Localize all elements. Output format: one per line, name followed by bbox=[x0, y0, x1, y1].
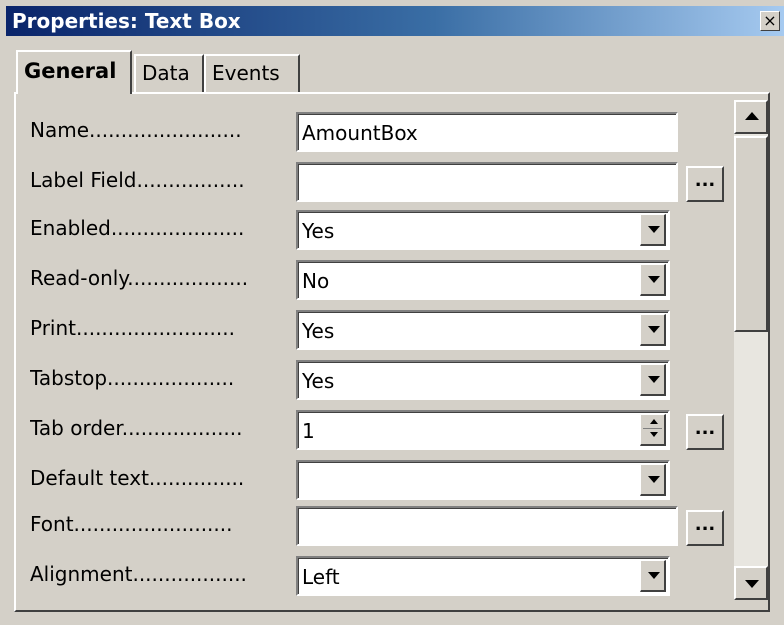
window-title: Properties: Text Box bbox=[12, 9, 241, 33]
print-select[interactable]: Yes bbox=[296, 310, 670, 350]
browse-label: ... bbox=[694, 514, 716, 535]
arrow-up-icon bbox=[745, 112, 759, 120]
browse-label: ... bbox=[694, 418, 716, 439]
alignment-select[interactable]: Left bbox=[296, 556, 670, 596]
close-button[interactable]: × bbox=[760, 11, 780, 31]
property-label: Read-only................... bbox=[30, 266, 249, 290]
tabstop-select[interactable]: Yes bbox=[296, 360, 670, 400]
default-text-dropdown-button[interactable] bbox=[640, 464, 666, 496]
default-text-select[interactable] bbox=[296, 460, 670, 500]
property-label: Tab order................... bbox=[30, 416, 243, 440]
property-label: Tabstop.................... bbox=[30, 366, 235, 390]
tab-data-label: Data bbox=[142, 61, 190, 85]
window-frame bbox=[0, 0, 6, 625]
property-label: Print......................... bbox=[30, 316, 235, 340]
print-value: Yes bbox=[302, 319, 335, 343]
tab-events-label: Events bbox=[212, 61, 280, 85]
read-only-value: No bbox=[302, 269, 330, 293]
close-icon: × bbox=[763, 11, 777, 30]
property-label: Font......................... bbox=[30, 512, 233, 536]
name-input[interactable]: AmountBox bbox=[296, 112, 678, 152]
chevron-down-icon bbox=[648, 376, 660, 383]
property-label: Label Field................. bbox=[30, 168, 245, 192]
chevron-down-icon bbox=[648, 326, 660, 333]
tab-order-spinner[interactable]: 1 bbox=[296, 410, 670, 450]
property-label: Alignment.................. bbox=[30, 562, 247, 586]
alignment-value: Left bbox=[302, 565, 340, 589]
property-label: Default text............... bbox=[30, 466, 245, 490]
read-only-select[interactable]: No bbox=[296, 260, 670, 300]
alignment-dropdown-button[interactable] bbox=[640, 560, 666, 592]
arrow-down-icon bbox=[745, 580, 759, 588]
scroll-thumb[interactable] bbox=[734, 136, 768, 332]
enabled-dropdown-button[interactable] bbox=[640, 214, 666, 246]
tab-order-spin-buttons[interactable] bbox=[640, 414, 666, 446]
chevron-down-icon bbox=[648, 226, 660, 233]
browse-label: ... bbox=[694, 170, 716, 191]
property-label: Name........................ bbox=[30, 118, 242, 142]
title-bar[interactable]: Properties: Text Box × bbox=[6, 6, 784, 36]
vertical-scrollbar[interactable] bbox=[734, 100, 768, 600]
spin-down-icon[interactable] bbox=[650, 432, 658, 437]
spin-up-icon[interactable] bbox=[650, 419, 658, 424]
enabled-select[interactable]: Yes bbox=[296, 210, 670, 250]
property-label: Enabled..................... bbox=[30, 216, 245, 240]
tab-order-value: 1 bbox=[302, 419, 315, 443]
scroll-down-button[interactable] bbox=[734, 566, 768, 600]
read-only-dropdown-button[interactable] bbox=[640, 264, 666, 296]
tab-general[interactable]: General bbox=[16, 50, 132, 94]
tab-data[interactable]: Data bbox=[134, 54, 204, 92]
chevron-down-icon bbox=[648, 476, 660, 483]
scroll-up-button[interactable] bbox=[734, 100, 768, 134]
spin-divider bbox=[643, 428, 662, 429]
print-dropdown-button[interactable] bbox=[640, 314, 666, 346]
chevron-down-icon bbox=[648, 572, 660, 579]
tab-general-label: General bbox=[24, 59, 117, 83]
tab-order-browse-button[interactable]: ... bbox=[686, 414, 724, 450]
label-field-input[interactable] bbox=[296, 162, 678, 202]
font-input[interactable] bbox=[296, 506, 678, 546]
tab-events[interactable]: Events bbox=[204, 54, 300, 92]
enabled-value: Yes bbox=[302, 219, 335, 243]
name-value: AmountBox bbox=[302, 121, 418, 145]
tabstop-value: Yes bbox=[302, 369, 335, 393]
font-browse-button[interactable]: ... bbox=[686, 510, 724, 546]
chevron-down-icon bbox=[648, 276, 660, 283]
label-field-browse-button[interactable]: ... bbox=[686, 166, 724, 202]
tabstop-dropdown-button[interactable] bbox=[640, 364, 666, 396]
